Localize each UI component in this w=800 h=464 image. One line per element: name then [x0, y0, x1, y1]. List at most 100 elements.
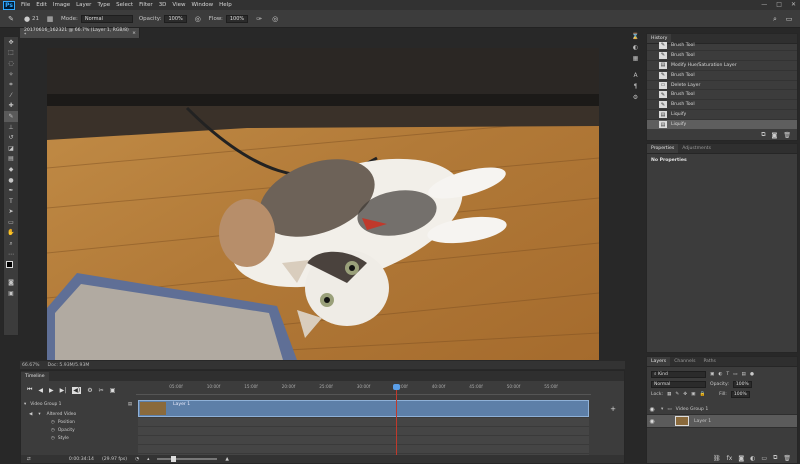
- new-adjustment-icon[interactable]: ◐: [750, 455, 755, 462]
- mode-select[interactable]: Normal: [80, 14, 133, 23]
- menu-filter[interactable]: Filter: [139, 2, 153, 8]
- quick-mask-icon[interactable]: ◙: [4, 277, 18, 288]
- path-select-tool-icon[interactable]: ➤: [4, 207, 18, 218]
- visibility-eye-icon[interactable]: ◉: [647, 418, 657, 425]
- convert-to-frame-icon[interactable]: ⇄: [27, 457, 31, 462]
- zoom-in-icon[interactable]: ▲: [225, 457, 229, 462]
- menu-select[interactable]: Select: [116, 2, 133, 8]
- blur-tool-icon[interactable]: ◆: [4, 164, 18, 175]
- history-item[interactable]: ▤ Modify Hue/Saturation Layer: [647, 61, 797, 71]
- tab-properties[interactable]: Properties: [647, 144, 679, 153]
- adjustments-panel-icon[interactable]: ◐: [629, 43, 642, 52]
- timeline-zoom-slider[interactable]: [157, 456, 218, 462]
- layer-row-layer-1[interactable]: ◉ Layer 1: [647, 415, 797, 428]
- crop-tool-icon[interactable]: ⌗: [4, 79, 18, 90]
- layer-kind-filter[interactable]: ⌕ Kind: [651, 370, 706, 378]
- history-panel-icon[interactable]: ⌛: [629, 32, 642, 41]
- lock-position-icon[interactable]: ✥: [683, 392, 687, 397]
- history-item[interactable]: ✎ Brush Tool: [647, 90, 797, 101]
- hand-tool-icon[interactable]: ✋: [4, 228, 18, 239]
- history-brush-tool-icon[interactable]: ↺: [4, 132, 18, 143]
- link-layers-icon[interactable]: ⛓: [713, 455, 721, 462]
- zoom-out-icon[interactable]: ▴: [147, 457, 149, 462]
- new-document-from-state-icon[interactable]: ⧉: [761, 131, 765, 139]
- menu-edit[interactable]: Edit: [36, 2, 47, 8]
- move-tool-icon[interactable]: ✥: [4, 37, 18, 48]
- zoom-level[interactable]: 66.67%: [22, 363, 40, 368]
- previous-frame-icon[interactable]: ◀: [38, 387, 43, 394]
- swatches-panel-icon[interactable]: ▦: [629, 54, 642, 63]
- gradient-tool-icon[interactable]: ▤: [4, 154, 18, 165]
- lock-transparent-icon[interactable]: ▦: [667, 392, 671, 397]
- filter-pixel-icon[interactable]: ▣: [710, 372, 714, 377]
- layer-style-icon[interactable]: fx: [727, 455, 733, 462]
- menu-image[interactable]: Image: [53, 2, 70, 8]
- keyframe-nav-icon[interactable]: ◀: [29, 412, 32, 417]
- maximize-button[interactable]: □: [776, 1, 782, 8]
- stopwatch-icon[interactable]: ◷: [51, 428, 55, 433]
- lasso-tool-icon[interactable]: ◌: [4, 58, 18, 69]
- menu-3d[interactable]: 3D: [159, 2, 167, 8]
- lock-artboard-icon[interactable]: ▣: [691, 392, 695, 397]
- tab-timeline[interactable]: Timeline: [21, 372, 49, 381]
- opacity-field[interactable]: 100%: [164, 14, 187, 23]
- flow-field[interactable]: 100%: [225, 14, 249, 23]
- stopwatch-icon[interactable]: ◷: [51, 420, 55, 425]
- pen-tool-icon[interactable]: ✒: [4, 185, 18, 196]
- snapshot-camera-icon[interactable]: ◙: [772, 132, 778, 139]
- chevron-down-icon[interactable]: ▾: [38, 412, 40, 417]
- menu-layer[interactable]: Layer: [76, 2, 91, 8]
- pressure-opacity-icon[interactable]: ◎: [193, 14, 203, 24]
- history-item[interactable]: ✎ Brush Tool: [647, 71, 797, 81]
- play-icon[interactable]: ▶: [49, 387, 54, 394]
- clone-stamp-tool-icon[interactable]: ⊥: [4, 122, 18, 133]
- eraser-tool-icon[interactable]: ◪: [4, 143, 18, 154]
- history-item[interactable]: ▤ Liquify: [647, 110, 797, 121]
- video-group-track[interactable]: ▾ Video Group 1 ▤: [21, 399, 136, 410]
- tab-paths[interactable]: Paths: [699, 357, 720, 366]
- dodge-tool-icon[interactable]: ●: [4, 175, 18, 186]
- marquee-tool-icon[interactable]: ⬚: [4, 48, 18, 59]
- clone-source-panel-icon[interactable]: ⚙: [629, 93, 642, 102]
- minimize-button[interactable]: —: [761, 1, 767, 8]
- brush-tool-icon[interactable]: ✎: [4, 111, 18, 122]
- workspace-icon[interactable]: ▭: [784, 14, 794, 24]
- position-track[interactable]: [138, 427, 589, 436]
- lock-image-icon[interactable]: ✎: [675, 392, 679, 397]
- brush-preset-picker[interactable]: ● 21: [22, 14, 39, 24]
- first-frame-icon[interactable]: ⏮: [27, 386, 32, 394]
- track-row-opacity[interactable]: ◷ Opacity: [21, 426, 136, 434]
- paragraph-panel-icon[interactable]: ¶: [629, 82, 642, 91]
- filter-shape-icon[interactable]: ▭: [733, 372, 737, 377]
- filter-smart-object-icon[interactable]: ▤: [742, 372, 746, 377]
- add-media-button[interactable]: +: [610, 405, 616, 413]
- visibility-eye-icon[interactable]: ◉: [647, 406, 657, 413]
- type-tool-icon[interactable]: T: [4, 196, 18, 207]
- color-swatches-icon[interactable]: [4, 259, 18, 277]
- layer-fill-field[interactable]: 100%: [730, 390, 750, 398]
- brush-tool-icon[interactable]: ✎: [6, 14, 16, 24]
- menu-type[interactable]: Type: [97, 2, 110, 8]
- opacity-track[interactable]: [138, 436, 589, 445]
- history-item[interactable]: ▭ Delete Layer: [647, 81, 797, 91]
- property-tracks[interactable]: [138, 418, 589, 456]
- document-canvas[interactable]: [47, 48, 599, 360]
- split-icon[interactable]: ✂: [99, 387, 104, 394]
- menu-help[interactable]: Help: [219, 2, 232, 8]
- airbrush-icon[interactable]: ✑: [254, 14, 264, 24]
- render-icon[interactable]: ◔: [135, 457, 139, 462]
- tab-layers[interactable]: Layers: [647, 357, 671, 366]
- stopwatch-icon[interactable]: ◷: [51, 436, 55, 441]
- audio-icon[interactable]: ◀): [72, 386, 82, 394]
- pressure-size-icon[interactable]: ◎: [270, 14, 280, 24]
- eyedropper-tool-icon[interactable]: ⁄: [4, 90, 18, 101]
- history-item[interactable]: ▤ Liquify: [647, 120, 797, 129]
- tab-channels[interactable]: Channels: [670, 357, 699, 366]
- screen-mode-icon[interactable]: ▣: [4, 288, 18, 299]
- close-icon[interactable]: ×: [132, 31, 136, 36]
- close-button[interactable]: ✕: [791, 1, 796, 8]
- filter-type-icon[interactable]: T: [726, 372, 729, 377]
- blend-mode-select[interactable]: Normal: [651, 380, 706, 388]
- new-layer-icon[interactable]: ⧉: [773, 454, 777, 462]
- menu-view[interactable]: View: [172, 2, 185, 8]
